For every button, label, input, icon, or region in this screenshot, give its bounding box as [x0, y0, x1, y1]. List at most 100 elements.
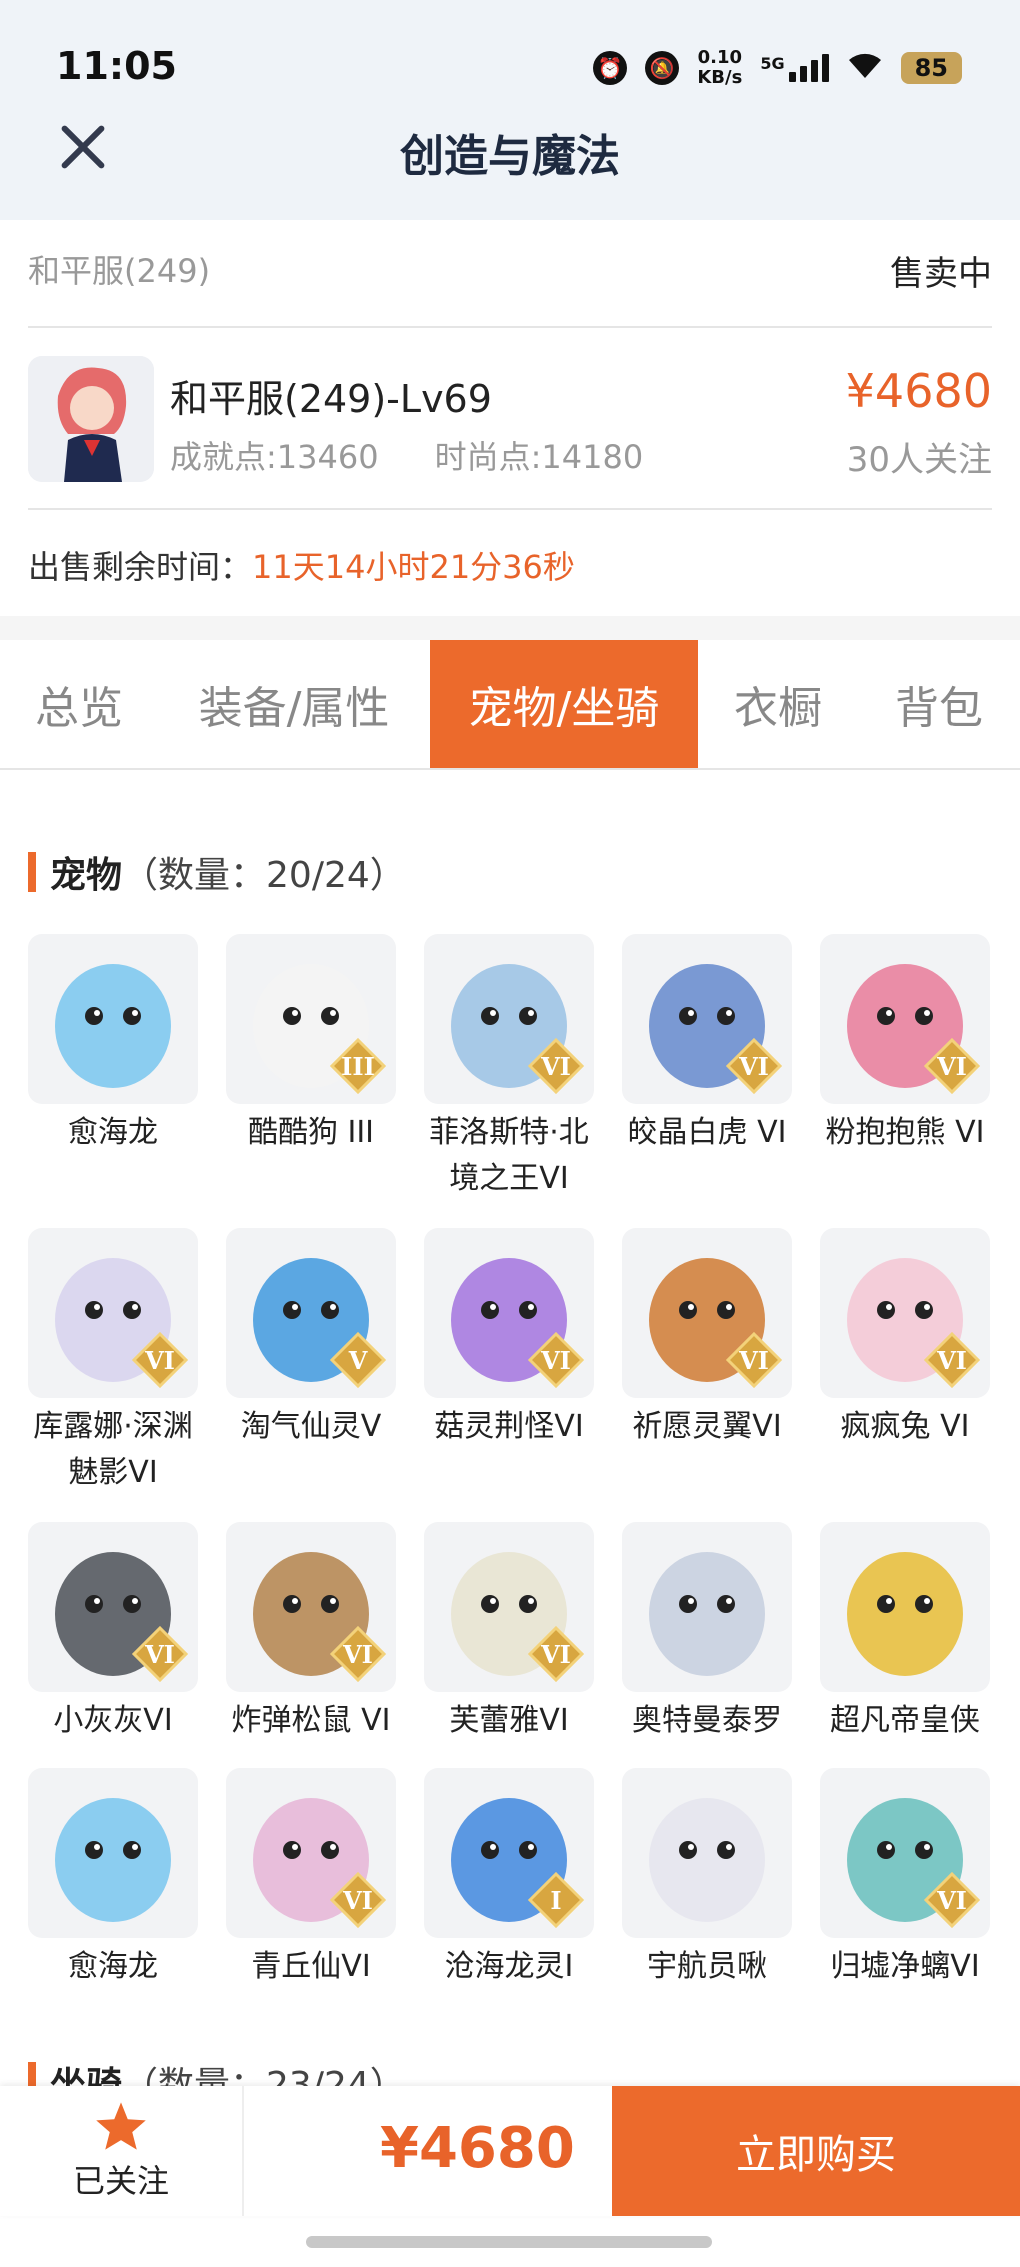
pets-section-count: （数量：20/24）: [122, 855, 406, 896]
wifi-icon: [847, 50, 883, 86]
pet-name: 归墟净螭VI: [830, 1949, 980, 1984]
speed-value: 0.10: [697, 47, 743, 68]
pet-item[interactable]: 奥特曼泰罗: [622, 1522, 792, 1744]
tab-overview[interactable]: 总览: [0, 640, 158, 768]
pet-item[interactable]: VI 菇灵荆怪VI: [424, 1228, 594, 1450]
pet-item[interactable]: 宇航员啾: [622, 1768, 792, 1990]
pet-thumbnail: VI: [820, 934, 990, 1104]
pet-thumbnail: VI: [622, 934, 792, 1104]
remaining-time-label: 出售剩余时间：: [28, 548, 253, 586]
rank-badge: VI: [527, 1331, 585, 1389]
rank-badge: VI: [725, 1331, 783, 1389]
pet-item[interactable]: VI 炸弹松鼠 VI: [226, 1522, 396, 1744]
battery-icon: 85: [900, 52, 962, 84]
pet-name: 芙蕾雅VI: [449, 1703, 569, 1738]
mute-icon: 🔕: [645, 51, 680, 85]
pet-name: 库露娜·深渊魅影VI: [33, 1409, 193, 1490]
home-indicator[interactable]: [306, 2236, 712, 2248]
follow-label: 已关注: [72, 2162, 169, 2200]
pets-section-title: 宠物: [50, 855, 123, 896]
svg-text:VI: VI: [936, 1346, 967, 1375]
network-type: 5G: [760, 54, 785, 73]
pet-item[interactable]: VI 青丘仙VI: [226, 1768, 396, 1990]
pet-name: 奥特曼泰罗: [632, 1703, 782, 1738]
pet-thumbnail: [622, 1522, 792, 1692]
pet-item[interactable]: VI 祈愿灵翼VI: [622, 1228, 792, 1450]
pet-name: 超凡帝皇侠: [830, 1703, 980, 1738]
character-card[interactable]: 和平服(249)-Lv69 成就点:13460 时尚点:14180 ¥4680 …: [28, 328, 992, 510]
pet-thumbnail: [820, 1522, 990, 1692]
signal-icon: 5G: [760, 54, 829, 82]
pets-section-header: 宠物 （数量：20/24）: [28, 846, 406, 898]
tab-backpack[interactable]: 背包: [858, 640, 1020, 768]
follow-button[interactable]: 已关注: [0, 2086, 244, 2216]
bottom-action-bar: 已关注 ¥4680 立即购买: [0, 2086, 1020, 2216]
status-time: 11:05: [56, 44, 177, 88]
rank-badge: VI: [923, 1871, 981, 1929]
pet-item[interactable]: VI 小灰灰VI: [28, 1522, 198, 1744]
pet-name: 愈海龙: [68, 1115, 158, 1150]
rank-badge: VI: [725, 1037, 783, 1095]
pet-thumbnail: [28, 934, 198, 1104]
rank-badge: VI: [527, 1037, 585, 1095]
pet-thumbnail: VI: [820, 1228, 990, 1398]
pet-item[interactable]: VI 库露娜·深渊魅影VI: [28, 1228, 198, 1496]
rank-badge: VI: [923, 1331, 981, 1389]
svg-text:VI: VI: [738, 1346, 769, 1375]
pet-name: 菇灵荆怪VI: [434, 1409, 584, 1444]
pet-name: 炸弹松鼠 VI: [231, 1703, 391, 1738]
pet-name: 菲洛斯特·北境之王VI: [429, 1115, 589, 1196]
pet-item[interactable]: VI 菲洛斯特·北境之王VI: [424, 934, 594, 1202]
fashion-points: 时尚点:14180: [434, 438, 644, 476]
svg-text:VI: VI: [540, 1640, 571, 1669]
followers-count: 30人关注: [846, 440, 992, 480]
remaining-time-value: 11天14小时21分36秒: [252, 548, 575, 586]
network-speed: 0.10 KB/s: [697, 48, 742, 88]
svg-text:VI: VI: [144, 1346, 175, 1375]
alarm-icon: ⏰: [593, 51, 628, 85]
pet-name: 青丘仙VI: [251, 1949, 371, 1984]
tab-equipment[interactable]: 装备/属性: [158, 640, 430, 768]
buy-now-button[interactable]: 立即购买: [612, 2086, 1020, 2216]
svg-text:VI: VI: [144, 1640, 175, 1669]
pet-thumbnail: VI: [424, 1522, 594, 1692]
pet-item[interactable]: 超凡帝皇侠: [820, 1522, 990, 1744]
pet-item[interactable]: 愈海龙: [28, 1768, 198, 1990]
pet-name: 愈海龙: [68, 1949, 158, 1984]
pet-item[interactable]: VI 芙蕾雅VI: [424, 1522, 594, 1744]
rank-badge: VI: [131, 1625, 189, 1683]
pet-thumbnail: VI: [28, 1228, 198, 1398]
sale-status: 售卖中: [890, 254, 992, 294]
pet-thumbnail: I: [424, 1768, 594, 1938]
pet-thumbnail: VI: [28, 1522, 198, 1692]
pet-item[interactable]: VI 归墟净螭VI: [820, 1768, 990, 1990]
pet-item[interactable]: VI 皎晶白虎 VI: [622, 934, 792, 1156]
svg-text:VI: VI: [936, 1886, 967, 1915]
svg-text:III: III: [341, 1052, 375, 1081]
divider: [0, 616, 1020, 640]
character-stats: 成就点:13460 时尚点:14180: [170, 432, 643, 478]
pet-item[interactable]: V 淘气仙灵V: [226, 1228, 396, 1450]
tab-wardrobe[interactable]: 衣橱: [698, 640, 858, 768]
tab-pets-mounts[interactable]: 宠物/坐骑: [430, 640, 698, 768]
server-name: 和平服(249): [28, 252, 211, 290]
pet-thumbnail: III: [226, 934, 396, 1104]
pet-thumbnail: [28, 1768, 198, 1938]
svg-text:I: I: [550, 1886, 561, 1915]
pet-name: 祈愿灵翼VI: [632, 1409, 782, 1444]
pet-item[interactable]: I 沧海龙灵I: [424, 1768, 594, 1990]
rank-badge: VI: [131, 1331, 189, 1389]
rank-badge: VI: [329, 1625, 387, 1683]
pet-item[interactable]: VI 疯疯兔 VI: [820, 1228, 990, 1450]
svg-text:VI: VI: [540, 1052, 571, 1081]
pet-thumbnail: VI: [622, 1228, 792, 1398]
pet-item[interactable]: 愈海龙: [28, 934, 198, 1156]
pet-name: 宇航员啾: [647, 1949, 767, 1984]
star-icon: [96, 2102, 146, 2150]
rank-badge: III: [329, 1037, 387, 1095]
page-title: 创造与魔法: [400, 131, 620, 182]
pet-item[interactable]: VI 粉抱抱熊 VI: [820, 934, 990, 1156]
pet-item[interactable]: III 酷酷狗 III: [226, 934, 396, 1156]
speed-unit: KB/s: [697, 67, 743, 88]
section-accent: [28, 852, 36, 892]
